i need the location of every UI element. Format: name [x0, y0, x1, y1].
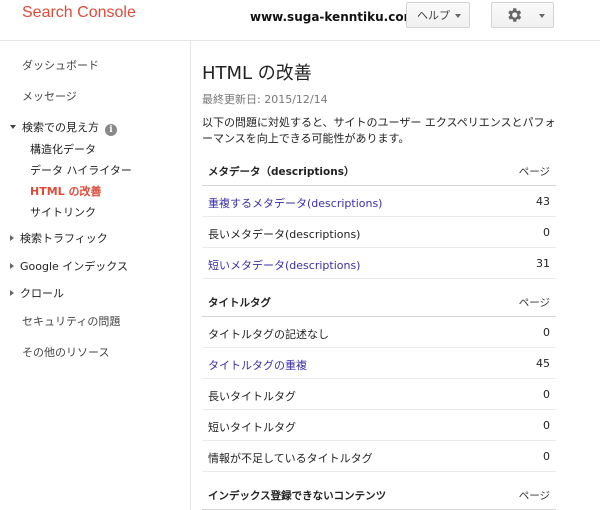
- section-title: メタデータ（descriptions）: [208, 166, 355, 178]
- header-divider: [0, 40, 600, 41]
- sidebar-item-structured-data[interactable]: 構造化データ: [30, 141, 96, 157]
- table-row: タイトルタグの重複 45: [202, 348, 556, 379]
- row-label: 情報が不足しているタイトルタグ: [208, 452, 373, 465]
- table-row: 長いタイトルタグ 0: [202, 379, 556, 410]
- sidebar-item-search-traffic[interactable]: 検索トラフィック: [10, 230, 108, 246]
- table-row: タイトルタグの記述なし 0: [202, 317, 556, 348]
- row-label: 長いメタデータ(descriptions): [208, 228, 361, 241]
- pages-column-header: ページ: [518, 166, 550, 178]
- sidebar-divider: [190, 41, 191, 510]
- sidebar-item-label: Google インデックス: [20, 260, 128, 273]
- row-label: タイトルタグの記述なし: [208, 328, 329, 341]
- sidebar-item-data-highlighter[interactable]: データ ハイライター: [30, 162, 132, 178]
- help-label: ヘルプ: [417, 9, 450, 22]
- row-label: 短いタイトルタグ: [208, 421, 296, 434]
- pages-column-header: ページ: [518, 297, 550, 309]
- watermark-text: www.suga-kenntiku.com: [250, 10, 417, 24]
- duplicate-meta-link[interactable]: 重複するメタデータ(descriptions): [208, 195, 382, 211]
- sidebar-item-html-improvements[interactable]: HTML の改善: [30, 183, 102, 199]
- table-row: 短いタイトルタグ 0: [202, 410, 556, 441]
- caret-right-icon: [10, 263, 14, 269]
- sidebar-item-sitelinks[interactable]: サイトリンク: [30, 204, 96, 220]
- help-button[interactable]: ヘルプ: [406, 2, 470, 28]
- chevron-down-icon: [455, 14, 461, 18]
- duplicate-title-link[interactable]: タイトルタグの重複: [208, 357, 307, 373]
- pages-column-header: ページ: [518, 490, 550, 502]
- settings-button[interactable]: [491, 2, 554, 28]
- sidebar-item-label: クロール: [20, 287, 64, 300]
- sidebar-item-google-index[interactable]: Google インデックス: [10, 258, 128, 274]
- app-logo[interactable]: Search Console: [22, 4, 136, 22]
- row-count: 43: [536, 195, 550, 208]
- sidebar-item-label: 検索での見え方: [22, 121, 99, 134]
- row-count: 0: [543, 388, 550, 401]
- sidebar-item-crawl[interactable]: クロール: [10, 285, 64, 301]
- caret-right-icon: [10, 290, 14, 296]
- page-description: 以下の問題に対処すると、サイトのユーザー エクスペリエンスとパフォーマンスを向上…: [202, 116, 556, 145]
- page-title: HTML の改善: [202, 63, 312, 84]
- title-section-header: タイトルタグ ページ: [202, 286, 556, 317]
- last-updated: 最終更新日: 2015/12/14: [202, 93, 328, 106]
- row-count: 0: [543, 419, 550, 432]
- section-title: インデックス登録できないコンテンツ: [208, 490, 387, 502]
- sidebar-item-security[interactable]: セキュリティの問題: [22, 313, 120, 329]
- table-row: 重複するメタデータ(descriptions) 43: [202, 186, 556, 217]
- table-row: 情報が不足しているタイトルタグ 0: [202, 441, 556, 472]
- chevron-down-icon: [539, 14, 545, 18]
- section-title: タイトルタグ: [208, 297, 271, 309]
- gear-icon: [508, 8, 522, 22]
- row-count: 0: [543, 226, 550, 239]
- sidebar-item-search-appearance[interactable]: 検索での見え方 i: [10, 119, 117, 136]
- row-count: 0: [543, 326, 550, 339]
- sidebar-item-other-resources[interactable]: その他のリソース: [22, 344, 109, 360]
- row-count: 31: [536, 257, 550, 270]
- sidebar-item-label: 検索トラフィック: [20, 232, 108, 245]
- top-header: Search Console www.suga-kenntiku.com ヘルプ: [0, 0, 600, 40]
- info-icon[interactable]: i: [105, 124, 117, 136]
- row-label: 長いタイトルタグ: [208, 390, 296, 403]
- caret-down-icon: [10, 125, 16, 129]
- row-count: 0: [543, 450, 550, 463]
- sidebar-item-messages[interactable]: メッセージ: [22, 88, 77, 104]
- index-section-header: インデックス登録できないコンテンツ ページ: [202, 479, 556, 510]
- table-row: 短いメタデータ(descriptions) 31: [202, 248, 556, 279]
- sidebar-item-dashboard[interactable]: ダッシュボード: [22, 57, 99, 73]
- caret-right-icon: [10, 235, 14, 241]
- table-row: 長いメタデータ(descriptions) 0: [202, 217, 556, 248]
- short-meta-link[interactable]: 短いメタデータ(descriptions): [208, 257, 360, 273]
- row-count: 45: [536, 357, 550, 370]
- meta-section-header: メタデータ（descriptions） ページ: [202, 155, 556, 186]
